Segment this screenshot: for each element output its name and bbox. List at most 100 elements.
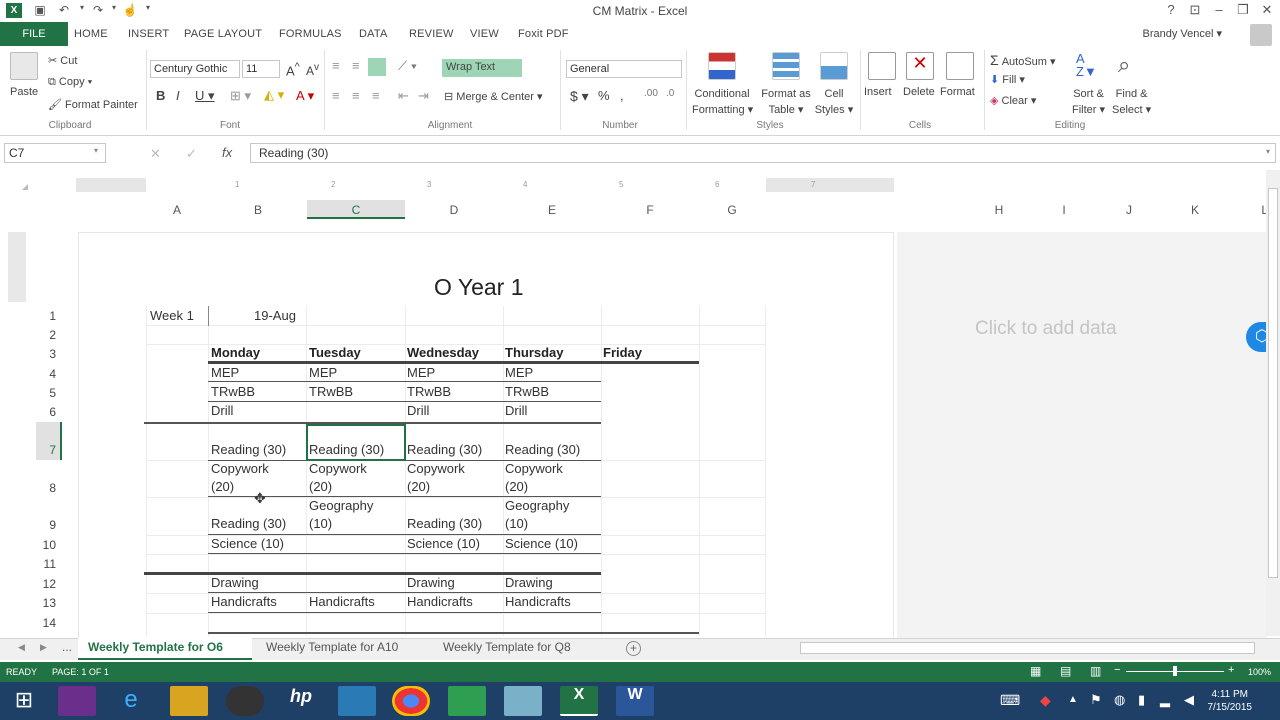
tab-formulas[interactable]: FORMULAS <box>279 28 342 40</box>
ribbon-display-icon[interactable]: ⊡ <box>1184 2 1206 20</box>
network-icon[interactable]: ▂ <box>1160 692 1170 708</box>
font-name-select[interactable]: Century Gothic <box>150 60 240 78</box>
currency-icon[interactable]: $ ▾ <box>570 88 589 105</box>
cell[interactable]: MEP <box>407 365 435 381</box>
new-sheet-icon[interactable]: + <box>626 641 641 656</box>
cancel-icon[interactable]: ✕ <box>150 146 161 162</box>
cell-styles-icon[interactable] <box>820 52 848 80</box>
hp-icon[interactable]: hp <box>282 686 320 716</box>
delete-cells-button[interactable]: Delete <box>903 86 935 98</box>
cell[interactable]: Copywork <box>505 461 563 477</box>
cell[interactable]: Reading (30) <box>407 516 482 532</box>
wrap-text-button[interactable]: Wrap Text <box>442 59 522 77</box>
page-layout-view-icon[interactable]: ▤ <box>1060 664 1071 678</box>
column-header-l[interactable]: L <box>1228 203 1268 219</box>
cell[interactable]: Reading (30) <box>407 442 482 458</box>
zoom-out-icon[interactable]: − <box>1114 664 1120 676</box>
user-name[interactable]: Brandy Vencel ▾ <box>1142 27 1222 40</box>
add-data-placeholder[interactable]: Click to add data <box>975 318 1117 340</box>
tab-insert[interactable]: INSERT <box>128 28 169 40</box>
week-date[interactable]: 19-Aug <box>254 308 296 324</box>
decrease-decimal-icon[interactable]: .0 <box>666 88 674 99</box>
row-header-2[interactable]: 2 <box>36 328 62 342</box>
insert-cells-button[interactable]: Insert <box>864 86 892 98</box>
tray-icon[interactable]: ⚑ <box>1090 692 1102 708</box>
format-painter-button[interactable]: 🖌 Format Painter <box>48 98 138 111</box>
evernote-icon[interactable] <box>448 686 486 716</box>
column-header-e[interactable]: E <box>503 203 601 219</box>
chrome-icon[interactable] <box>392 686 430 716</box>
excel-taskbar-icon[interactable]: X <box>560 686 598 716</box>
vertical-scroll-thumb[interactable] <box>1268 188 1278 578</box>
find-select-button[interactable]: Find & Select ▾ <box>1112 86 1151 118</box>
autosum-button[interactable]: Σ AutoSum ▾ <box>990 52 1056 68</box>
cell[interactable]: (20) <box>309 479 332 495</box>
cell[interactable]: MEP <box>211 365 239 381</box>
keyboard-icon[interactable]: ⌨ <box>1000 692 1020 709</box>
formula-input[interactable]: Reading (30) <box>250 143 1276 163</box>
scroll-left-icon[interactable]: ◀ <box>18 642 25 653</box>
align-top-icon[interactable]: ≡ <box>332 58 340 73</box>
row-header-5[interactable]: 5 <box>36 386 62 400</box>
font-size-select[interactable]: 11 <box>242 60 280 78</box>
cell[interactable]: (20) <box>505 479 528 495</box>
cell[interactable]: (10) <box>309 516 332 532</box>
italic-icon[interactable]: I <box>176 88 180 103</box>
clear-button[interactable]: ◈ Clear ▾ <box>990 94 1036 107</box>
orientation-icon[interactable]: ⟋ ▾ <box>398 58 417 74</box>
cell[interactable]: TRwBB <box>505 384 549 400</box>
format-cells-icon[interactable] <box>946 52 974 80</box>
shrink-font-icon[interactable]: Av <box>306 62 319 78</box>
increase-indent-icon[interactable]: ⇥ <box>418 88 429 104</box>
enter-icon[interactable]: ✓ <box>186 146 197 162</box>
cell[interactable]: Drill <box>407 403 429 419</box>
taskbar-app-icon[interactable] <box>58 686 96 716</box>
align-right-icon[interactable]: ≡ <box>372 88 380 103</box>
tab-foxit[interactable]: Foxit PDF <box>518 28 569 40</box>
restore-icon[interactable]: ❐ <box>1232 2 1254 20</box>
format-cells-button[interactable]: Format <box>940 86 975 98</box>
cell[interactable]: Drill <box>505 403 527 419</box>
scroll-right-icon[interactable]: ▶ <box>40 642 47 653</box>
column-header-b[interactable]: B <box>210 203 306 219</box>
column-header-j[interactable]: J <box>1096 203 1162 219</box>
cell[interactable]: Handicrafts <box>407 594 473 610</box>
taskbar-app-icon[interactable] <box>504 686 542 716</box>
cell[interactable]: Drill <box>211 403 233 419</box>
row-header-12[interactable]: 12 <box>36 577 62 591</box>
underline-icon[interactable]: U ▾ <box>195 88 215 104</box>
sheet-tab-o6[interactable]: Weekly Template for O6 <box>88 640 223 654</box>
tab-view[interactable]: VIEW <box>470 28 499 40</box>
number-format-select[interactable]: General <box>566 60 682 78</box>
cell[interactable]: Copywork <box>309 461 367 477</box>
row-header-7[interactable]: 7 <box>36 443 62 457</box>
column-header-i[interactable]: I <box>1032 203 1096 219</box>
windows-start-icon[interactable]: ⊞ <box>10 687 38 715</box>
cell[interactable]: Geography <box>309 498 373 514</box>
insert-function-icon[interactable]: fx <box>222 145 232 160</box>
tray-icon[interactable]: ◍ <box>1114 692 1125 708</box>
more-sheets-button[interactable]: ... <box>62 640 72 654</box>
conditional-formatting-button[interactable]: Conditional Formatting ▾ <box>692 86 753 118</box>
cell[interactable]: Geography <box>505 498 569 514</box>
cell[interactable]: Handicrafts <box>505 594 571 610</box>
conditional-formatting-icon[interactable] <box>708 52 736 80</box>
paste-button[interactable]: Paste <box>10 86 38 98</box>
borders-icon[interactable]: ⊞ ▾ <box>230 88 251 104</box>
sort-filter-icon[interactable]: A Z▼ <box>1076 52 1097 78</box>
file-explorer-icon[interactable] <box>170 686 208 716</box>
tab-data[interactable]: DATA <box>359 28 388 40</box>
insert-cells-icon[interactable] <box>868 52 896 80</box>
zoom-level[interactable]: 100% <box>1248 667 1271 677</box>
column-header-c[interactable]: C <box>307 203 405 219</box>
horizontal-scrollbar[interactable] <box>800 642 1255 654</box>
row-header-4[interactable]: 4 <box>36 367 62 381</box>
cell[interactable]: TRwBB <box>309 384 353 400</box>
row-header-8[interactable]: 8 <box>36 481 62 495</box>
minimize-icon[interactable]: – <box>1208 2 1230 20</box>
cell[interactable]: (20) <box>211 479 234 495</box>
name-box-dropdown-icon[interactable]: ▾ <box>94 146 98 155</box>
percent-icon[interactable]: % <box>598 88 610 103</box>
sort-filter-button[interactable]: Sort & Filter ▾ <box>1072 86 1105 118</box>
battery-icon[interactable]: ▮ <box>1138 692 1145 708</box>
